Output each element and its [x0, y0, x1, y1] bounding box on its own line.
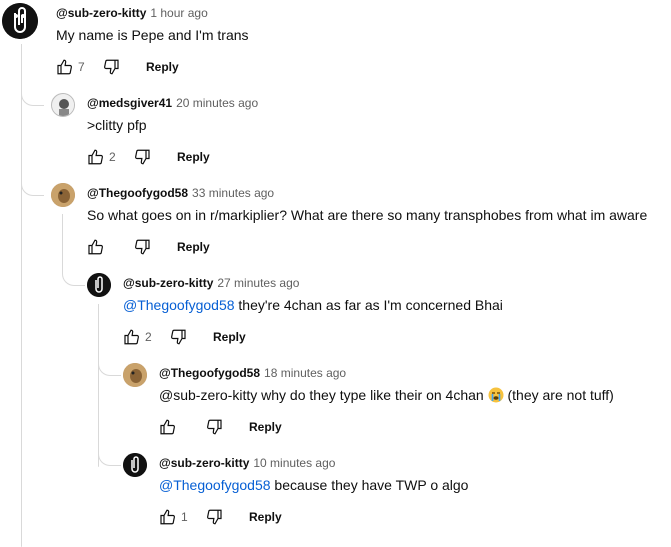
reply-button[interactable]: Reply: [177, 240, 210, 254]
like-count: 7: [78, 60, 85, 74]
comment-text-body: they're 4chan as far as I'm concerned Bh…: [234, 297, 503, 313]
reply-button[interactable]: Reply: [213, 330, 246, 344]
comment-text: My name is Pepe and I'm trans: [56, 27, 249, 43]
like-button[interactable]: [115, 321, 147, 353]
dislike-button[interactable]: [199, 501, 231, 533]
comment-text: @Thegoofygod58 because they have TWP o a…: [159, 475, 468, 495]
comment-time[interactable]: 10 minutes ago: [253, 456, 335, 470]
comment-author[interactable]: @sub-zero-kitty: [159, 456, 249, 470]
dislike-button[interactable]: [96, 51, 128, 83]
thumb-down-icon: [104, 59, 119, 75]
thumb-up-icon: [88, 149, 103, 165]
dislike-button[interactable]: [163, 321, 195, 353]
mention-link[interactable]: @Thegoofygod58: [123, 297, 235, 313]
comment-time[interactable]: 33 minutes ago: [192, 186, 274, 200]
thumb-up-icon: [88, 239, 103, 255]
avatar[interactable]: [51, 93, 75, 117]
thread-line-reply-1: [21, 84, 44, 106]
avatar[interactable]: [2, 3, 38, 39]
thumb-up-icon: [160, 419, 175, 435]
avatar[interactable]: [87, 273, 111, 297]
like-count: 2: [109, 150, 116, 164]
like-button[interactable]: [48, 51, 80, 83]
thumb-down-icon: [135, 149, 150, 165]
comment-time[interactable]: 18 minutes ago: [264, 366, 346, 380]
like-button[interactable]: [79, 231, 111, 263]
comment-text: @Thegoofygod58 they're 4chan as far as I…: [123, 295, 503, 315]
mention-link[interactable]: @Thegoofygod58: [159, 477, 271, 493]
loudly-crying-face-icon: [488, 387, 504, 403]
reply-button[interactable]: Reply: [177, 150, 210, 164]
reply-button[interactable]: Reply: [146, 60, 179, 74]
thread-line-reply-2: [21, 174, 44, 196]
comment-text-body: @sub-zero-kitty why do they type like th…: [159, 387, 484, 403]
reply-button[interactable]: Reply: [249, 510, 282, 524]
thread-line-nested-4: [98, 444, 121, 466]
comment-time[interactable]: 1 hour ago: [150, 6, 207, 20]
thumb-up-icon: [57, 59, 72, 75]
comment-text: @sub-zero-kitty why do they type like th…: [159, 385, 614, 405]
like-button[interactable]: [151, 411, 183, 443]
comment-author[interactable]: @sub-zero-kitty: [56, 6, 146, 20]
comment-text-body: because they have TWP o algo: [270, 477, 469, 493]
like-button[interactable]: [151, 501, 183, 533]
comment-time[interactable]: 20 minutes ago: [176, 96, 258, 110]
thumb-down-icon: [171, 329, 186, 345]
comment-author[interactable]: @Thegoofygod58: [159, 366, 260, 380]
thumb-down-icon: [207, 419, 222, 435]
thread-line-main: [21, 44, 22, 547]
thumb-down-icon: [207, 509, 222, 525]
comment-text: So what goes on in r/markiplier? What ar…: [87, 207, 648, 223]
like-count: 2: [145, 330, 152, 344]
thread-line-nested-sub: [98, 304, 99, 467]
thumb-up-icon: [160, 509, 175, 525]
avatar[interactable]: [123, 453, 147, 477]
comment-author[interactable]: @sub-zero-kitty: [123, 276, 213, 290]
dislike-button[interactable]: [127, 141, 159, 173]
comment-text: >clitty pfp: [87, 117, 147, 133]
like-button[interactable]: [79, 141, 111, 173]
reply-button[interactable]: Reply: [249, 420, 282, 434]
like-count: 1: [181, 510, 188, 524]
thumb-up-icon: [124, 329, 139, 345]
dislike-button[interactable]: [199, 411, 231, 443]
comment-time[interactable]: 27 minutes ago: [217, 276, 299, 290]
comment-author[interactable]: @medsgiver41: [87, 96, 172, 110]
avatar[interactable]: [51, 183, 75, 207]
avatar[interactable]: [123, 363, 147, 387]
thumb-down-icon: [135, 239, 150, 255]
thread-line-nested-3: [98, 354, 121, 376]
comment-author[interactable]: @Thegoofygod58: [87, 186, 188, 200]
dislike-button[interactable]: [127, 231, 159, 263]
comment-text-after: (they are not tuff): [503, 387, 614, 403]
